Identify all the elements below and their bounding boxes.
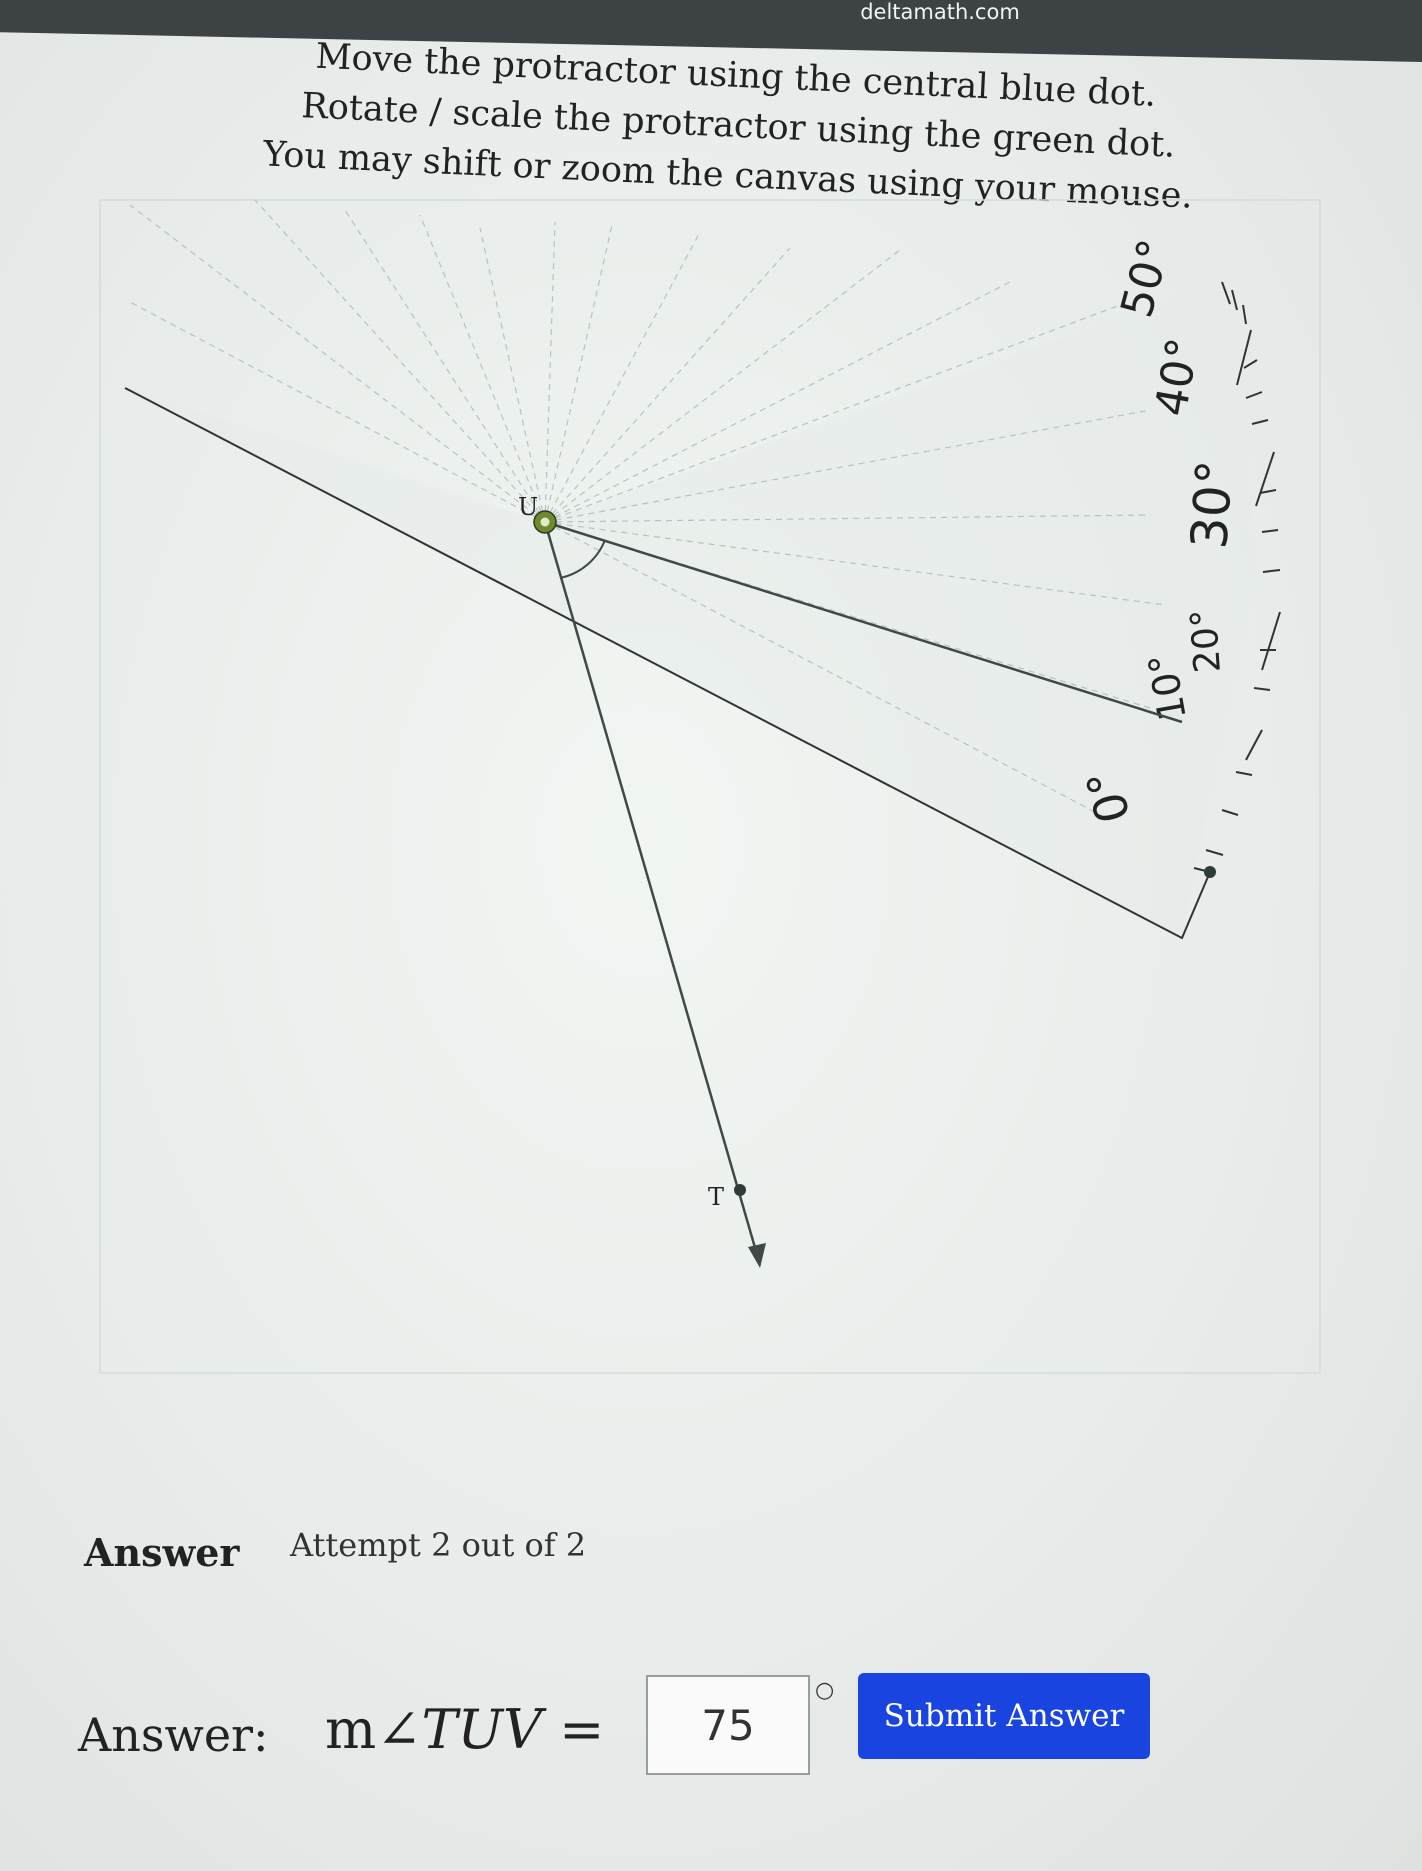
equals-sign: = (559, 1698, 605, 1761)
label-T: T (708, 1183, 724, 1211)
label-U: U (518, 493, 538, 521)
ray-UT-arrowhead (748, 1243, 766, 1268)
protractor-rotate-handle[interactable] (1204, 866, 1216, 878)
point-U-center-dot (540, 517, 550, 527)
angle-answer-input[interactable] (646, 1675, 810, 1775)
answer-label: Answer: (78, 1708, 269, 1762)
angle-expression: m∠TUV = (325, 1698, 604, 1761)
angle-name: TUV (421, 1698, 542, 1761)
angle-symbol: ∠ (376, 1698, 422, 1761)
geometry-canvas[interactable]: 50° 40° 30° 20° 10° 0° U T (0, 0, 1422, 1420)
submit-answer-button[interactable]: Submit Answer (858, 1673, 1150, 1759)
degree-symbol: ○ (815, 1678, 835, 1703)
protractor-label-30: 30° (1180, 458, 1244, 550)
protractor[interactable] (125, 278, 1256, 938)
measure-prefix: m (325, 1698, 377, 1761)
point-T[interactable] (734, 1184, 746, 1196)
attempt-counter: Attempt 2 out of 2 (290, 1526, 587, 1564)
answer-heading: Answer (84, 1530, 240, 1575)
protractor-label-20: 20° (1184, 608, 1229, 675)
page: deltamath.com Move the protractor using … (0, 0, 1422, 1871)
